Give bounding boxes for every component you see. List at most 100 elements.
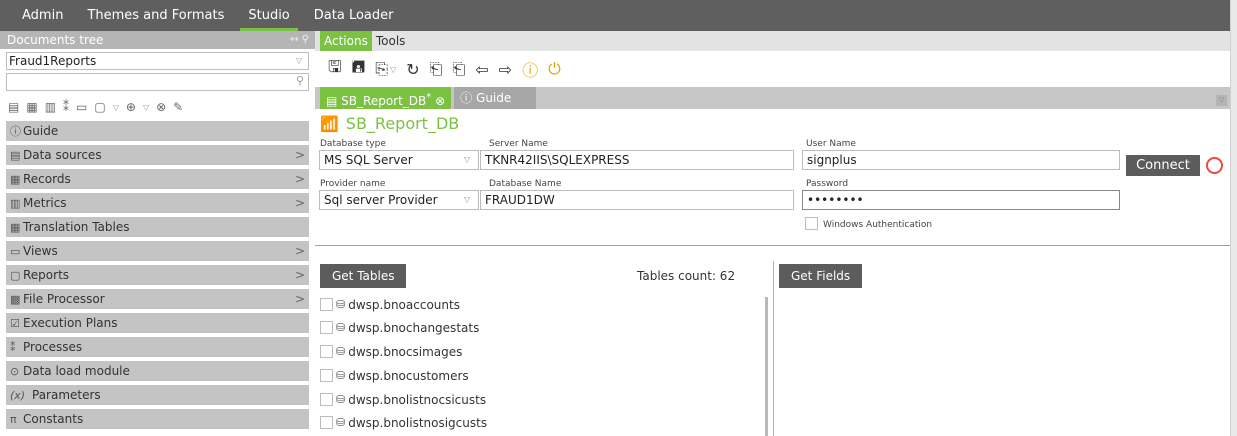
- table-name: dwsp.bnocustomers: [348, 368, 469, 383]
- records-icon[interactable]: ▦: [26, 100, 37, 114]
- tab-sb-report-db[interactable]: ▤ SB_Report_DB* ⊗: [320, 87, 452, 109]
- tables-scrollbar[interactable]: [765, 297, 768, 436]
- table-checkbox[interactable]: [320, 298, 333, 311]
- actions-tab-bar: Actions Tools: [315, 31, 1230, 51]
- wifi-icon: 📶: [320, 115, 339, 133]
- table-db-icon: ⛁: [336, 345, 346, 358]
- sidebar-item-translation-tables[interactable]: ▦ Translation Tables: [6, 217, 309, 237]
- table-checkbox[interactable]: [320, 393, 333, 406]
- main-area: Actions Tools 🖫 🖪 ⎘ ▽ ↻ ⎗ ⎗ ⇦ ⇨ ⓘ ⏻ ▤ SB…: [315, 31, 1230, 436]
- table-icon: ▦: [10, 221, 21, 234]
- sidebar-item-label: Records: [23, 172, 71, 186]
- table-row[interactable]: ⛁ dwsp.bnoaccounts: [320, 296, 460, 313]
- db-type-select[interactable]: MS SQL Server ▽: [319, 150, 479, 170]
- unsaved-mark: *: [426, 92, 432, 103]
- processes-icon[interactable]: ⁑: [63, 100, 69, 114]
- db-type-label: Database type: [320, 139, 386, 149]
- sidebar-item-label: Guide: [23, 124, 59, 138]
- copy-icon[interactable]: ⎘: [375, 59, 388, 79]
- windows-auth-checkbox[interactable]: [805, 217, 818, 230]
- delete-icon[interactable]: ⊗: [156, 100, 166, 114]
- info-icon[interactable]: ⓘ: [522, 57, 538, 81]
- close-icon[interactable]: ⊗: [435, 94, 445, 108]
- table-row[interactable]: ⛁ dwsp.bnolistnocsicusts: [320, 391, 486, 408]
- menu-studio[interactable]: Studio: [236, 0, 301, 31]
- back-icon[interactable]: ⇦: [475, 60, 488, 79]
- actions-toolbar: 🖫 🖪 ⎘ ▽ ↻ ⎗ ⎗ ⇦ ⇨ ⓘ ⏻: [315, 51, 1230, 87]
- database-name-field[interactable]: FRAUD1DW: [480, 190, 794, 210]
- table-checkbox[interactable]: [320, 321, 333, 334]
- sidebar-item-metrics[interactable]: ▥ Metrics >: [6, 193, 309, 213]
- search-icon[interactable]: ⚲: [296, 74, 304, 87]
- server-name-field[interactable]: TKNR42IIS\SQLEXPRESS: [480, 150, 794, 170]
- clipboard-icon[interactable]: ⎗: [452, 59, 465, 79]
- table-row[interactable]: ⛁ dwsp.bnochangestats: [320, 319, 479, 336]
- power-icon[interactable]: ⏻: [548, 59, 561, 79]
- window-right-edge: [1230, 0, 1237, 436]
- table-name: dwsp.bnocsimages: [348, 344, 463, 359]
- sidebar-item-constants[interactable]: π Constants: [6, 409, 309, 429]
- sidebar-item-label: Translation Tables: [23, 220, 130, 234]
- sidebar-item-guide[interactable]: ⓘ Guide: [6, 121, 309, 141]
- server-name-label: Server Name: [489, 139, 548, 149]
- sidebar-item-execution-plans[interactable]: ☑ Execution Plans: [6, 313, 309, 333]
- tab-label: Guide: [476, 91, 512, 105]
- get-tables-button[interactable]: Get Tables: [320, 264, 407, 288]
- refresh-icon[interactable]: ↻: [406, 60, 419, 79]
- info-icon: ⓘ: [10, 125, 21, 138]
- report-select[interactable]: Fraud1Reports ▽: [6, 52, 309, 70]
- database-icon[interactable]: ▤: [8, 100, 19, 114]
- connect-button[interactable]: Connect: [1126, 155, 1200, 176]
- sidebar-item-views[interactable]: ▭ Views >: [6, 241, 309, 261]
- paste-icon[interactable]: ⎗: [430, 59, 443, 79]
- provider-value: Sql server Provider: [324, 193, 438, 207]
- views-icon[interactable]: ▭: [76, 100, 87, 114]
- table-row[interactable]: ⛁ dwsp.bnocustomers: [320, 367, 469, 384]
- sidebar-item-file-processor[interactable]: ▩ File Processor >: [6, 289, 309, 309]
- user-name-field[interactable]: signplus: [802, 150, 1120, 170]
- menu-data-loader[interactable]: Data Loader: [302, 0, 406, 31]
- database-icon: ▤: [326, 94, 338, 108]
- save-as-icon[interactable]: 🖪: [352, 56, 366, 83]
- menu-themes-and-formats[interactable]: Themes and Formats: [75, 0, 236, 31]
- chevron-right-icon: >: [294, 244, 305, 258]
- save-icon[interactable]: 🖫: [328, 56, 342, 83]
- table-checkbox[interactable]: [320, 369, 333, 382]
- sidebar-item-processes[interactable]: ⁑ Processes: [6, 337, 309, 357]
- tab-actions[interactable]: Actions: [320, 31, 372, 51]
- tabs-overflow-icon[interactable]: ▽: [1216, 95, 1227, 106]
- table-checkbox[interactable]: [320, 345, 333, 358]
- sidebar-item-label: Parameters: [32, 388, 101, 402]
- forward-icon[interactable]: ⇨: [499, 60, 512, 79]
- chevron-down-icon[interactable]: ▽: [390, 65, 396, 74]
- tab-guide[interactable]: ⓘ Guide: [454, 87, 537, 109]
- target-icon: ⊙: [10, 365, 20, 378]
- tab-tools[interactable]: Tools: [372, 31, 410, 51]
- reports-icon[interactable]: ▢: [94, 100, 105, 114]
- tree-toolbar: ▤ ▦ ▥ ⁑ ▭ ▢ ▽ ⊕ ▽ ⊗ ✎: [0, 93, 315, 121]
- menu-admin[interactable]: Admin: [10, 0, 75, 31]
- password-field[interactable]: ••••••••: [802, 190, 1120, 210]
- table-row[interactable]: ⛁ dwsp.bnocsimages: [320, 343, 462, 360]
- chevron-down-icon[interactable]: ▽: [143, 103, 149, 112]
- chevron-right-icon: >: [294, 268, 305, 282]
- table-row[interactable]: ⛁ dwsp.bnolistnosigcusts: [320, 414, 487, 431]
- provider-name-label: Provider name: [320, 179, 386, 189]
- edit-icon[interactable]: ✎: [173, 100, 183, 114]
- sidebar-item-data-sources[interactable]: ▤ Data sources >: [6, 145, 309, 165]
- chevron-down-icon[interactable]: ▽: [113, 103, 119, 112]
- sidebar-item-label: File Processor: [23, 292, 105, 306]
- provider-select[interactable]: Sql server Provider ▽: [319, 190, 479, 210]
- get-fields-button[interactable]: Get Fields: [779, 264, 863, 288]
- metrics-icon[interactable]: ▥: [45, 100, 56, 114]
- table-db-icon: ⛁: [336, 298, 346, 311]
- tree-search-input[interactable]: ⚲: [6, 73, 309, 91]
- panel-controls-icon[interactable]: ↔ ⚲: [290, 31, 309, 49]
- sidebar-item-label: Constants: [23, 412, 84, 426]
- sidebar-item-reports[interactable]: ▢ Reports >: [6, 265, 309, 285]
- sidebar-item-parameters[interactable]: (x) Parameters: [6, 385, 309, 405]
- sidebar-item-data-load-module[interactable]: ⊙ Data load module: [6, 361, 309, 381]
- sidebar-item-records[interactable]: ▦ Records >: [6, 169, 309, 189]
- add-icon[interactable]: ⊕: [126, 100, 136, 114]
- table-checkbox[interactable]: [320, 416, 333, 429]
